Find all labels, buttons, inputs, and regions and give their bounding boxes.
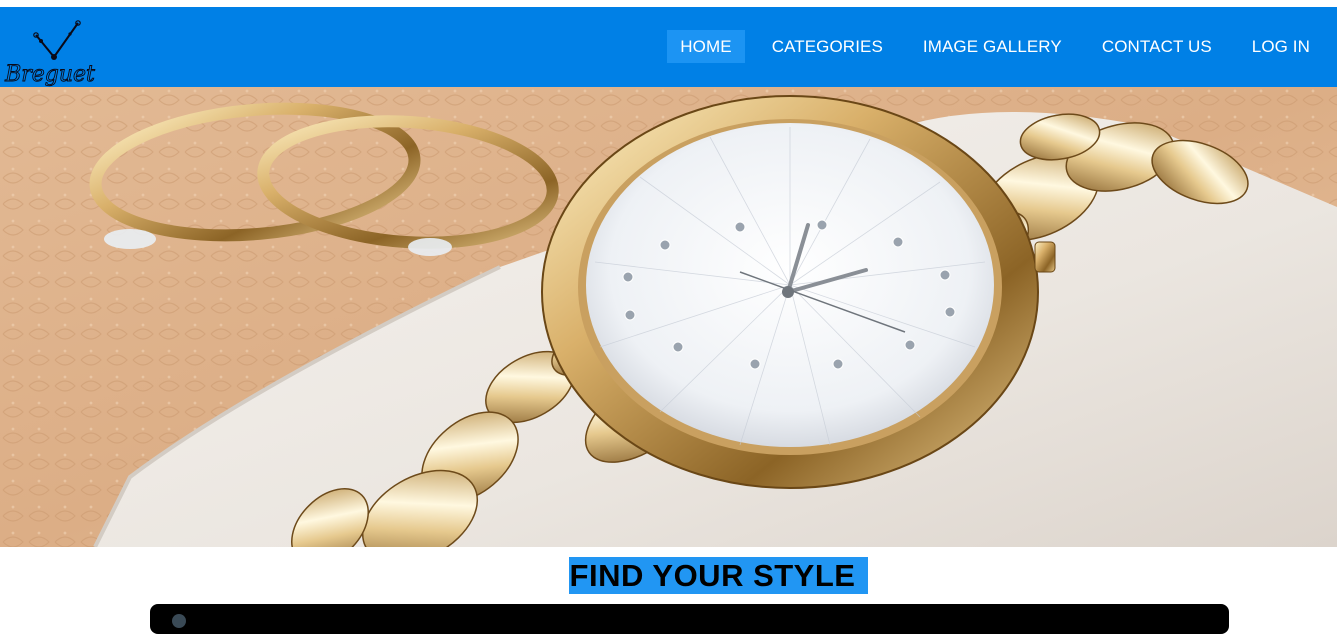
nav-image-gallery[interactable]: IMAGE GALLERY bbox=[910, 30, 1075, 63]
main-nav: HOME CATEGORIES IMAGE GALLERY CONTACT US… bbox=[653, 30, 1323, 63]
video-player[interactable] bbox=[150, 604, 1229, 634]
nav-contact-us[interactable]: CONTACT US bbox=[1089, 30, 1225, 63]
nav-log-in[interactable]: LOG IN bbox=[1239, 30, 1323, 63]
watch-hands-logo-icon: Breguet bbox=[4, 20, 96, 87]
navbar: Breguet HOME CATEGORIES IMAGE GALLERY CO… bbox=[0, 7, 1337, 87]
section-heading-wrap: FIND YOUR STYLE bbox=[0, 557, 1337, 594]
nav-home[interactable]: HOME bbox=[667, 30, 745, 63]
top-strip bbox=[0, 0, 1337, 7]
nav-categories[interactable]: CATEGORIES bbox=[759, 30, 896, 63]
hero-image bbox=[0, 87, 1337, 547]
brand-logo-wordmark: Breguet bbox=[4, 62, 95, 87]
section-heading: FIND YOUR STYLE bbox=[568, 557, 869, 594]
brand-logo[interactable]: Breguet bbox=[2, 19, 98, 87]
video-channel-avatar[interactable] bbox=[172, 614, 186, 628]
